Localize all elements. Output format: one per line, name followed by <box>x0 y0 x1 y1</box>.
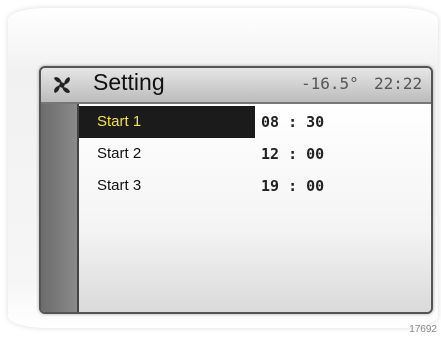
clock-readout: 22:22 <box>374 74 423 93</box>
list-item-time: 12 : 00 <box>261 145 325 163</box>
temperature-readout: -16.5° <box>301 74 359 93</box>
list-item-label: Start 3 <box>97 177 142 194</box>
list-item-start-1[interactable]: Start 1 08 : 30 <box>79 106 431 138</box>
fan-icon <box>54 77 70 93</box>
reference-code: 17692 <box>409 324 437 335</box>
list-item-start-2[interactable]: Start 2 12 : 00 <box>79 138 431 170</box>
sidebar-strip <box>41 104 79 312</box>
list-item-label: Start 1 <box>79 106 255 138</box>
display-screen: Setting -16.5° 22:22 Start 1 08 : 30 Sta… <box>39 66 433 314</box>
page-title: Setting <box>93 69 165 95</box>
list-item-time: 19 : 00 <box>261 177 325 195</box>
header-bar: Setting -16.5° 22:22 <box>41 68 431 104</box>
list-item-start-3[interactable]: Start 3 19 : 00 <box>79 170 431 202</box>
schedule-list: Start 1 08 : 30 Start 2 12 : 00 Start 3 … <box>79 104 431 312</box>
list-item-time: 08 : 30 <box>261 113 325 131</box>
list-item-label: Start 2 <box>97 145 142 162</box>
